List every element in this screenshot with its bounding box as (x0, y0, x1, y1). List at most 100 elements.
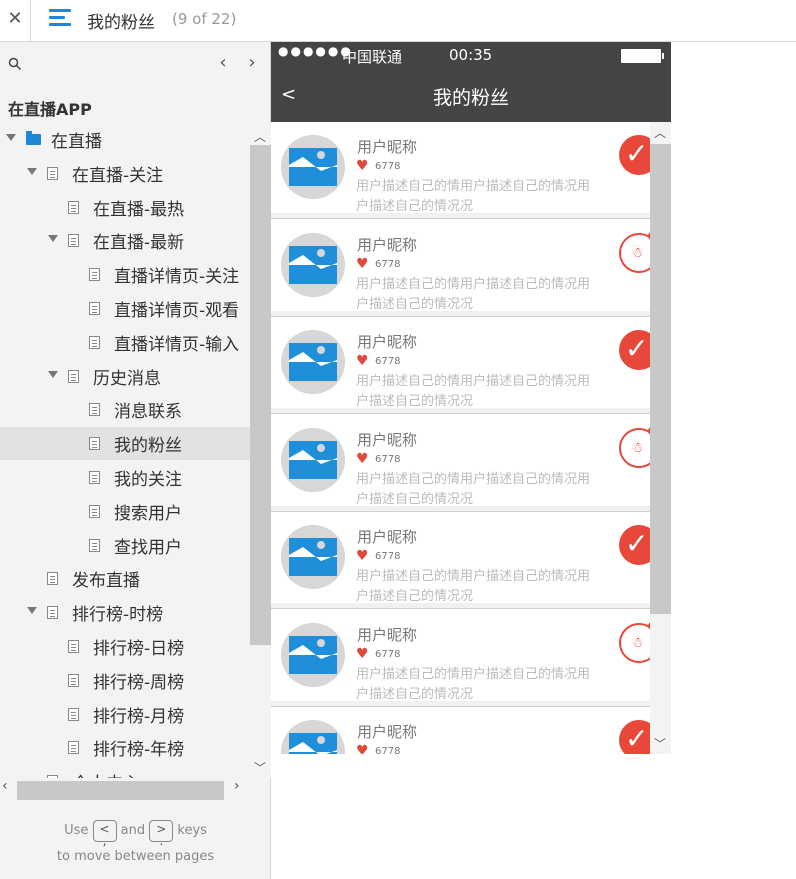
prev-page-icon[interactable]: ‹ (215, 52, 231, 73)
image-placeholder-icon (281, 232, 345, 297)
tree-item[interactable]: 搜索用户 (0, 495, 250, 528)
page-icon (68, 707, 79, 721)
tree-item-label: 在直播 (51, 132, 102, 152)
followed-badge[interactable]: ✓ (619, 330, 650, 370)
tree-item[interactable]: 排行榜-时榜 (0, 596, 250, 629)
scroll-down-icon[interactable]: ﹀ (254, 759, 266, 776)
next-page-icon[interactable]: › (244, 52, 260, 73)
phone-screen: ●●●●●● 中国联通 00:35 < 我的粉丝 用户昵称 ♥ 6778 用户描述自己… (271, 42, 671, 754)
tree-item-label: 在直播-最新 (93, 233, 185, 254)
follow-badge[interactable]: ☃ (619, 426, 650, 468)
followed-badge[interactable]: ✓ (619, 525, 650, 565)
tree-item[interactable]: 在直播-最热 (0, 191, 250, 224)
check-icon: ✓ (625, 527, 649, 560)
nickname: 用户昵称 (357, 430, 418, 449)
fan-list: 用户昵称 ♥ 6778 用户描述自己的情用户描述自己的情况用户描述自己的情况况 ✓ 用户昵… (271, 122, 650, 754)
tree-item[interactable]: 个人中心 (0, 765, 250, 778)
avatar (281, 622, 345, 687)
expand-arrow-icon[interactable] (48, 235, 58, 243)
scroll-thumb[interactable] (17, 781, 224, 800)
tree-item-label: 我的关注 (114, 470, 182, 490)
battery-icon (621, 49, 664, 63)
left-key-icon: <, (92, 819, 117, 847)
scroll-up-icon[interactable]: ︿ (254, 128, 266, 145)
list-item[interactable]: 用户昵称 ♥ 6778 用户描述自己的情用户描述自己的情况用户描述自己的情况况 ☃ (271, 414, 650, 512)
search-icon[interactable] (8, 57, 22, 71)
keyboard-hint: Use <, and >. keys to move between pages (56, 819, 215, 864)
like-count: 6778 (375, 746, 401, 754)
tree-item[interactable]: 查找用户 (0, 529, 250, 562)
scroll-right-icon[interactable]: › (234, 778, 240, 794)
tree-item-label: 历史消息 (93, 368, 161, 389)
list-item[interactable]: 用户昵称 ♥ 6778 用户描述自己的情用户描述自己的情况用户描述自己的情况况 ☃ (271, 219, 650, 317)
image-placeholder-icon (281, 330, 345, 394)
tree-item[interactable]: 直播详情页-输入 (0, 326, 250, 359)
followed-badge[interactable]: ✓ (619, 720, 650, 754)
user-description: 用户描述自己的情用户描述自己的情况用户描述自己的情况况 (356, 471, 591, 507)
list-item[interactable]: 用户昵称♥6778用户描述自己的情用户描述自己的情况用户描述自己的情况况✓ (271, 122, 650, 219)
user-description: 用户描述自己的情用户描述自己的情况用户描述自己的情况况 (356, 666, 591, 702)
tree-item[interactable]: 我的粉丝 (0, 427, 250, 461)
tree-item[interactable]: 在直播-最新 (0, 224, 250, 257)
nickname: 用户昵称 (357, 528, 418, 546)
snowman-icon: ☃ (631, 634, 644, 651)
tree-item-label: 排行榜-年榜 (93, 740, 185, 761)
expand-arrow-icon[interactable] (27, 607, 37, 615)
tree-item-label: 直播详情页-关注 (114, 267, 240, 288)
tree-item[interactable]: 我的关注 (0, 461, 250, 494)
scroll-down-icon[interactable]: ﹀ (654, 735, 666, 752)
list-item[interactable]: 用户昵称 ♥ 6778 用户描述自己的情用户描述自己的情况用户描述自己的情况况 ☃ (271, 609, 650, 707)
tree-item[interactable]: 在直播-关注 (0, 157, 250, 190)
snowman-icon: ☃ (631, 439, 644, 456)
expand-arrow-icon[interactable] (27, 167, 37, 175)
sidebar-vertical-scrollbar[interactable]: ︿ ﹀ (250, 123, 271, 778)
scroll-thumb[interactable] (250, 145, 271, 645)
close-icon[interactable]: ✕ (0, 0, 31, 42)
tree-item[interactable]: 直播详情页-关注 (0, 258, 250, 291)
tree-item[interactable]: 排行榜-月榜 (0, 698, 250, 731)
tree-item-label: 查找用户 (114, 537, 182, 558)
user-description: 用户描述自己的情用户描述自己的情况用户描述自己的情况况 (356, 374, 591, 409)
tree-item[interactable]: 排行榜-年榜 (0, 731, 250, 764)
image-placeholder-icon (281, 720, 345, 754)
scroll-thumb[interactable] (650, 144, 671, 614)
tree-item[interactable]: 排行榜-日榜 (0, 630, 250, 663)
page-icon (89, 302, 100, 315)
follow-badge[interactable]: ☃ (619, 231, 650, 273)
followed-badge[interactable]: ✓ (619, 135, 650, 175)
page-icon (68, 741, 79, 755)
list-item[interactable]: 用户昵称♥6778用户描述自己的情用户描述自己的情况用户描述自己的情况况✓ (271, 707, 650, 754)
tree-item[interactable]: 排行榜-周榜 (0, 664, 250, 697)
snowman-icon: ☃ (631, 244, 644, 261)
tree-item-label: 个人中心 (72, 769, 140, 778)
like-count: 6778 (375, 356, 401, 367)
tree-item[interactable]: 直播详情页-观看 (0, 292, 250, 325)
page-icon (47, 572, 58, 586)
scroll-left-icon[interactable]: ‹ (2, 778, 8, 794)
like-count: 6778 (375, 161, 401, 172)
like-count: 6778 (375, 648, 401, 660)
menu-icon[interactable] (49, 9, 71, 29)
list-item[interactable]: 用户昵称♥6778用户描述自己的情用户描述自己的情况用户描述自己的情况况✓ (271, 512, 650, 609)
right-key-icon: >. (149, 819, 174, 847)
phone-scrollbar[interactable]: ︿ ﹀ (650, 122, 671, 754)
tree-item[interactable]: 消息联系 (0, 393, 250, 426)
tree-item-label: 消息联系 (114, 402, 182, 423)
page-icon (68, 673, 79, 687)
expand-arrow-icon[interactable] (6, 134, 16, 141)
like-count: 6778 (375, 453, 401, 465)
page-icon (47, 166, 58, 180)
page-icon (68, 200, 79, 214)
list-item[interactable]: 用户昵称♥6778用户描述自己的情用户描述自己的情况用户描述自己的情况况✓ (271, 317, 650, 414)
tree-item[interactable]: 在直播 (0, 123, 250, 156)
image-placeholder-icon (281, 525, 345, 589)
follow-badge[interactable]: ☃ (619, 621, 650, 663)
tree-item[interactable]: 发布直播 (0, 562, 250, 595)
page-count: (9 of 22) (172, 10, 237, 28)
sidebar-horizontal-scrollbar[interactable]: ‹ › (0, 778, 250, 800)
scroll-up-icon[interactable]: ︿ (654, 124, 666, 141)
heart-icon: ♥ (356, 743, 369, 754)
expand-arrow-icon[interactable] (48, 370, 58, 378)
tree-item[interactable]: 历史消息 (0, 360, 250, 393)
page-icon (68, 234, 79, 248)
